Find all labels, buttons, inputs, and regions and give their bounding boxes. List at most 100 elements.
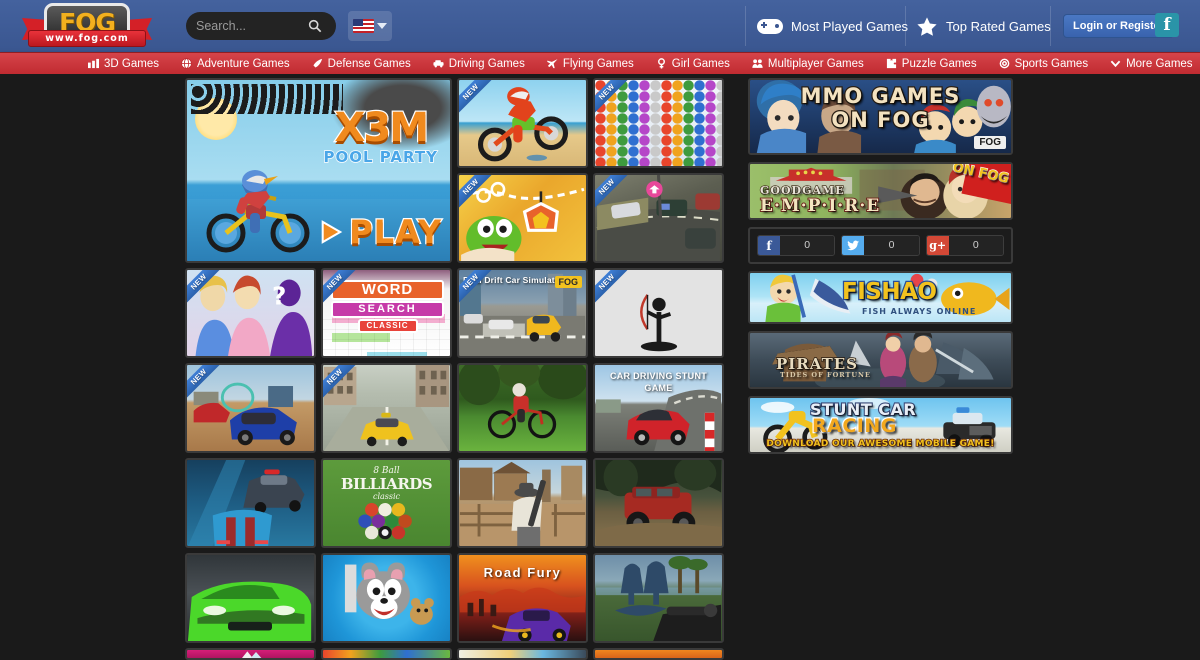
game-tile-stickman-archer[interactable]: NEW xyxy=(593,268,724,358)
facebook-share-count: 0 xyxy=(780,235,834,256)
us-flag-icon xyxy=(353,19,374,33)
game-tile-partial-tile-pink[interactable] xyxy=(185,648,316,660)
most-played-games-link[interactable]: Most Played Games xyxy=(757,10,908,42)
facebook-icon: f xyxy=(758,235,780,256)
mmo-games-banner[interactable]: MMO GAMES ON FOG FOG xyxy=(748,78,1013,155)
facebook-share-button[interactable]: f 0 xyxy=(757,235,835,256)
nav-item-more-games[interactable]: More Games xyxy=(1110,58,1192,70)
search-icon[interactable] xyxy=(308,19,322,33)
nav-item-defense-games[interactable]: Defense Games xyxy=(312,58,411,70)
nav-item-flying-games[interactable]: Flying Games xyxy=(547,58,634,70)
game-tile-downhill-bmx[interactable] xyxy=(457,363,588,453)
nav-item-multiplayer-games[interactable]: Multiplayer Games xyxy=(752,58,864,70)
logo-url-banner: www.fog.com xyxy=(28,30,146,47)
nav-item-adventure-games[interactable]: Adventure Games xyxy=(181,58,290,70)
most-played-games-label: Most Played Games xyxy=(791,19,908,34)
mmo-banner-line2: ON FOG xyxy=(750,108,1011,132)
game-tile-police-chase-racer[interactable] xyxy=(185,458,316,548)
fog-watermark: FOG xyxy=(555,276,583,288)
grid-row: Road Fury xyxy=(185,553,738,643)
google-plus-share-button[interactable]: g+ 0 xyxy=(926,235,1004,256)
nav-label: Adventure Games xyxy=(197,58,290,70)
stunt-car-racing-banner[interactable]: STUNT CAR RACING DOWNLOAD OUR AWESOME MO… xyxy=(748,396,1013,454)
nav-item-3d-games[interactable]: 3D Games xyxy=(88,58,159,70)
nav-item-sports-games[interactable]: Sports Games xyxy=(999,58,1089,70)
language-selector[interactable] xyxy=(348,11,392,41)
game-tile-partial-tile-bright[interactable] xyxy=(457,648,588,660)
rocket-icon xyxy=(312,58,323,69)
game-tile-princess-dress-up[interactable]: ? NEW xyxy=(185,268,316,358)
featured-subtitle: POOL PARTY xyxy=(324,148,438,166)
users-icon xyxy=(752,58,763,69)
game-tile-moto-x3m-bike[interactable]: NEW xyxy=(457,78,588,168)
car-icon xyxy=(433,58,444,69)
game-tile-cut-the-rope[interactable]: NEW xyxy=(457,173,588,263)
nav-label: Multiplayer Games xyxy=(768,58,864,70)
site-header: FOG www.fog.com Most Played Games Top Ra… xyxy=(0,0,1200,52)
game-tile-word-search-classic[interactable]: WORD SEARCH CLASSIC NEW xyxy=(321,268,452,358)
game-tile-partial-tile-colorful[interactable] xyxy=(321,648,452,660)
pirates-subtitle: TIDES OF FORTUNE xyxy=(780,371,871,379)
featured-title: X3M xyxy=(324,110,438,146)
twitter-icon xyxy=(842,235,864,256)
tile-title: CAR DRIVING STUNT GAME xyxy=(595,370,722,394)
play-button[interactable]: PLAY xyxy=(319,213,442,251)
game-tile-green-supercar-racing[interactable] xyxy=(185,553,316,643)
nav-item-driving-games[interactable]: Driving Games xyxy=(433,58,525,70)
game-tile-city-car-parking[interactable]: NEW xyxy=(593,173,724,263)
top-rated-games-label: Top Rated Games xyxy=(946,19,1051,34)
search-box[interactable] xyxy=(186,12,336,40)
pirates-banner[interactable]: PIRATES TIDES OF FORTUNE xyxy=(748,331,1013,389)
game-tile-8-ball-billiards-classic[interactable]: 8 Ball BILLIARDS classic xyxy=(321,458,452,548)
top-rated-games-link[interactable]: Top Rated Games xyxy=(916,10,1051,42)
search-input[interactable] xyxy=(196,19,308,33)
grid-row: 8 Ball BILLIARDS classic xyxy=(185,458,738,548)
social-share-row: f 0 0 g+ 0 xyxy=(748,227,1013,264)
game-tile-western-cowboy-shooter[interactable] xyxy=(457,458,588,548)
female-icon xyxy=(656,58,667,69)
featured-game-tile[interactable]: X3M POOL PARTY PLAY xyxy=(185,78,452,263)
category-nav: 3D Games Adventure Games Defense Games D… xyxy=(0,52,1200,74)
nav-label: Defense Games xyxy=(328,58,411,70)
site-logo[interactable]: FOG www.fog.com xyxy=(22,2,152,54)
google-plus-icon: g+ xyxy=(927,235,949,256)
game-tile-car-driving-stunt-game[interactable]: CAR DRIVING STUNT GAME xyxy=(593,363,724,453)
goodgame-empire-banner[interactable]: GOODGAME E·M·P·I·R·E ON FOG xyxy=(748,162,1013,220)
cube-icon xyxy=(88,58,99,69)
game-tile-bubble-shooter[interactable]: NEW xyxy=(593,78,724,168)
game-tile-taxi-driver-city[interactable]: NEW xyxy=(321,363,452,453)
svg-text:?: ? xyxy=(272,281,286,310)
game-tile-tom-and-jerry[interactable] xyxy=(321,553,452,643)
grid-row: ? NEW WORD SEARCH CLASSIC NEW xyxy=(185,268,738,358)
star-icon xyxy=(916,16,938,37)
logo-url-text: www.fog.com xyxy=(45,33,128,44)
game-tile-real-drift-car-simulator-3d[interactable]: Real Drift Car Simulator 3D FOG NEW xyxy=(457,268,588,358)
play-label: PLAY xyxy=(349,213,442,251)
fog-tag: FOG xyxy=(974,136,1006,149)
googleplus-share-count: 0 xyxy=(949,235,1003,256)
nav-label: Flying Games xyxy=(563,58,634,70)
nav-label: Driving Games xyxy=(449,58,525,70)
game-tile-road-fury[interactable]: Road Fury xyxy=(457,553,588,643)
nav-item-puzzle-games[interactable]: Puzzle Games xyxy=(886,58,977,70)
gamepad-icon xyxy=(757,19,783,34)
game-tile-sports-car-drift[interactable]: NEW xyxy=(185,363,316,453)
stunt-line2: RACING xyxy=(812,415,897,437)
nav-label: 3D Games xyxy=(104,58,159,70)
game-tile-offroad-jeep-4x4[interactable] xyxy=(593,458,724,548)
grid-row: X3M POOL PARTY PLAY xyxy=(185,78,738,263)
nav-label: Girl Games xyxy=(672,58,730,70)
twitter-share-button[interactable]: 0 xyxy=(841,235,919,256)
game-tile-partial-tile-orange[interactable] xyxy=(593,648,724,660)
chevron-down-icon[interactable] xyxy=(377,23,387,29)
page-content: X3M POOL PARTY PLAY xyxy=(0,74,1200,660)
fishao-banner[interactable]: FISHAO FISH ALWAYS ONLINE xyxy=(748,271,1013,324)
nav-item-girl-games[interactable]: Girl Games xyxy=(656,58,730,70)
ball-icon xyxy=(999,58,1010,69)
grid-row: NEW NEW xyxy=(185,363,738,453)
game-grid: X3M POOL PARTY PLAY xyxy=(185,78,738,660)
globe-icon xyxy=(181,58,192,69)
facebook-icon[interactable]: f xyxy=(1155,13,1179,37)
game-tile-dino-hunter-sniper[interactable] xyxy=(593,553,724,643)
grid-row xyxy=(185,648,738,660)
